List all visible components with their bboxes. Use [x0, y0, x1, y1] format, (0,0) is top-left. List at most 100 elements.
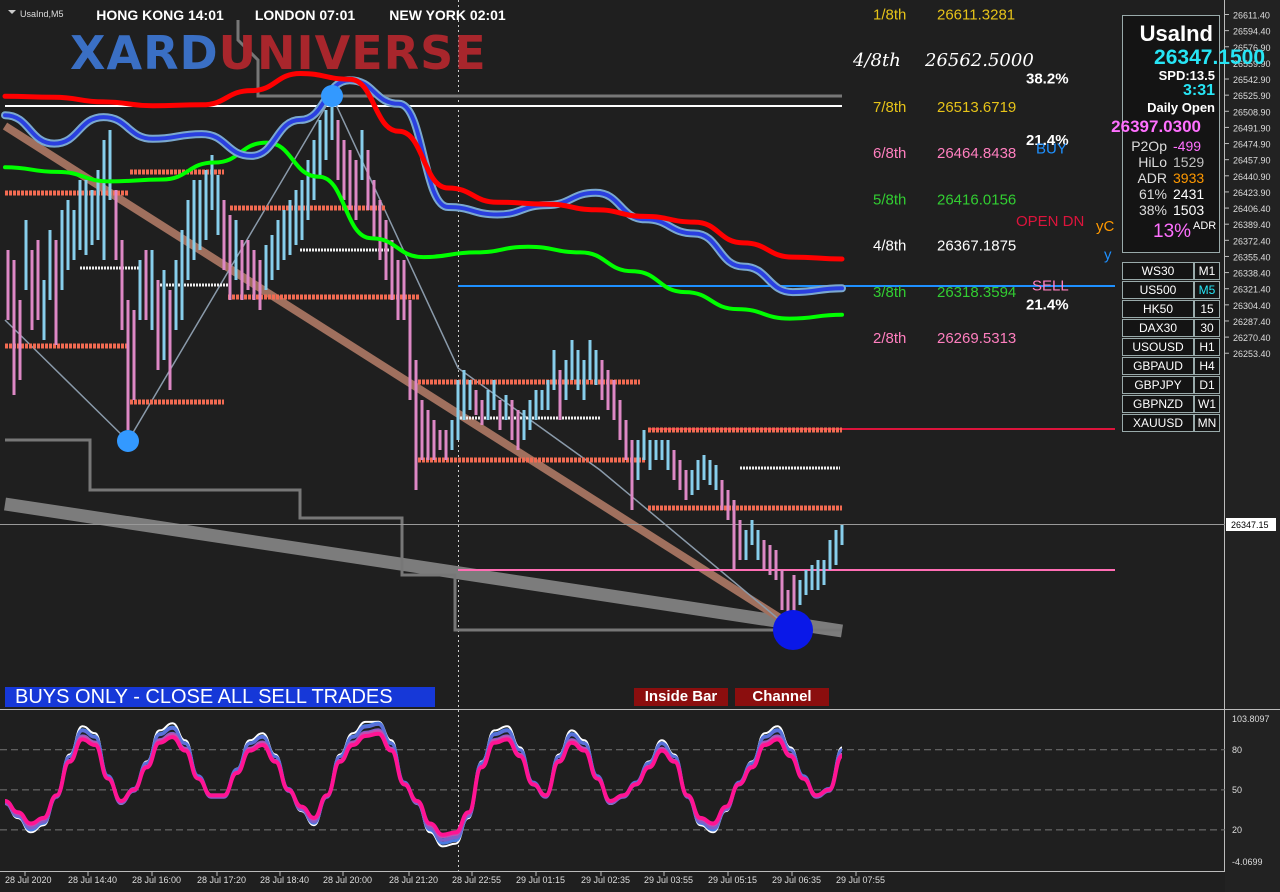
level-label-4: y [1104, 246, 1112, 263]
murrey-level-value-5: 26416.0156 [937, 191, 1016, 208]
info-spread: SPD:13.5 [1158, 68, 1215, 83]
info-stat-label: 61% [1138, 186, 1167, 202]
session-new-york: NEW YORK 02:01 [373, 7, 522, 23]
symbol-button-gbpaud[interactable]: GBPAUD [1122, 357, 1194, 375]
timeframe-button-15[interactable]: 15 [1194, 300, 1220, 318]
murrey-level-name-3: 7/8th [873, 99, 906, 116]
murrey-level-value-6: 26367.1875 [937, 238, 1016, 255]
murrey-level-value-8: 26269.5313 [937, 330, 1016, 347]
current-price-tag: 26347.15 [1231, 520, 1269, 530]
symbol-button-gbpnzd[interactable]: GBPNZD [1122, 395, 1194, 413]
price-tick-label-19: 26304.40 [1233, 301, 1271, 311]
swing-high-marker [321, 85, 343, 107]
info-panel: UsaInd 26347.1500 SPD:13.5 3:31 Daily Op… [1111, 15, 1265, 253]
price-tick-label-7: 26508.90 [1233, 107, 1271, 117]
session-london-label: LONDON 07:01 [254, 7, 356, 23]
time-tick-label-4: 28 Jul 17:20 [197, 875, 246, 885]
murrey-level-value-3: 26513.6719 [937, 99, 1016, 116]
info-stat-label: ADR [1137, 170, 1167, 186]
murrey-level-value-4: 26464.8438 [937, 145, 1016, 162]
info-stat-value: 2431 [1173, 186, 1205, 202]
timeframe-button-mn[interactable]: MN [1194, 414, 1220, 432]
murrey-level-name-8: 2/8th [873, 330, 906, 347]
price-tick-label-2: 26594.40 [1233, 27, 1271, 37]
info-daily-open-label: Daily Open [1147, 100, 1215, 115]
time-tick-label-11: 29 Jul 03:55 [644, 875, 693, 885]
trade-signal-text: BUYS ONLY - CLOSE ALL SELL TRADES [15, 686, 393, 708]
murrey-level-name-2: 4/8th [852, 50, 901, 71]
price-tick-label-22: 26253.40 [1233, 349, 1271, 359]
level-label-3: yC [1096, 218, 1115, 235]
price-tick-label-9: 26474.90 [1233, 140, 1271, 150]
timeframe-button-d1[interactable]: D1 [1194, 376, 1220, 394]
info-timer: 3:31 [1182, 82, 1215, 99]
price-tick-label-17: 26338.40 [1233, 269, 1271, 279]
price-tick-label-15: 26372.40 [1233, 236, 1271, 246]
price-tick-label-21: 26270.40 [1233, 333, 1271, 343]
price-chart[interactable]: UsaInd,M5 1/8th 26611.3281 4/8th 26562.5000 7… [0, 0, 1280, 892]
price-tick-label-20: 26287.40 [1233, 317, 1271, 327]
time-tick-label-2: 28 Jul 14:40 [68, 875, 117, 885]
symbol-button-usousd[interactable]: USOUSD [1122, 338, 1194, 356]
price-tick-label-10: 26457.90 [1233, 156, 1271, 166]
fib-label-1: 38.2% [1026, 70, 1069, 87]
oscillator-tick-label-5: -4.0699 [1232, 857, 1263, 867]
murrey-level-name-6: 4/8th [873, 238, 906, 255]
timeframe-button-h1[interactable]: H1 [1194, 338, 1220, 356]
time-tick-label-12: 29 Jul 05:15 [708, 875, 757, 885]
info-stat-value: 1529 [1173, 154, 1205, 170]
murrey-level-value-7: 26318.3594 [937, 284, 1016, 301]
info-symbol: UsaInd [1139, 21, 1213, 46]
info-stat-row: 38% 1503 [1123, 202, 1219, 218]
info-stat-row: 61% 2431 [1123, 186, 1219, 202]
channel-label: Channel [752, 688, 812, 705]
symbol-button-ws30[interactable]: WS30 [1122, 262, 1194, 280]
swing-low-marker [117, 430, 139, 452]
timeframe-button-30[interactable]: 30 [1194, 319, 1220, 337]
timeframe-button-h4[interactable]: H4 [1194, 357, 1220, 375]
time-tick-label-1: 28 Jul 2020 [5, 875, 52, 885]
murrey-level-name-7: 3/8th [873, 284, 906, 301]
timeframe-button-m1[interactable]: M1 [1194, 262, 1220, 280]
session-new-york-label: NEW YORK 02:01 [389, 7, 506, 23]
symbol-button-dax30[interactable]: DAX30 [1122, 319, 1194, 337]
logo-part-1: XARD [70, 26, 219, 80]
info-stat-label: P2Op [1131, 138, 1167, 154]
info-daily-open: 26397.0300 [1111, 117, 1201, 136]
time-tick-label-14: 29 Jul 07:55 [836, 875, 885, 885]
info-stat-value: -499 [1173, 138, 1202, 154]
symbol-button-us500[interactable]: US500 [1122, 281, 1194, 299]
oscillator-tick-label-1: 103.8097 [1232, 714, 1270, 724]
symbol-button-xauusd[interactable]: XAUUSD [1122, 414, 1194, 432]
timeframe-button-m5[interactable]: M5 [1194, 281, 1220, 299]
info-stat-row: P2Op -499 [1123, 138, 1219, 154]
window-title: UsaInd,M5 [20, 9, 64, 19]
time-tick-label-13: 29 Jul 06:35 [772, 875, 821, 885]
price-tick-label-6: 26525.90 [1233, 91, 1271, 101]
price-axis-background [1225, 0, 1280, 892]
murrey-level-name-1: 1/8th [873, 7, 906, 24]
time-tick-label-10: 29 Jul 02:35 [581, 875, 630, 885]
logo-part-2: UNIVERSE [218, 26, 487, 80]
murrey-level-value-1: 26611.3281 [937, 7, 1015, 24]
info-price: 26347.1500 [1154, 46, 1265, 69]
time-tick-label-5: 28 Jul 18:40 [260, 875, 309, 885]
session-hong-kong: HONG KONG 14:01 [84, 7, 236, 23]
time-tick-label-7: 28 Jul 21:20 [389, 875, 438, 885]
inside-bar-tag: Inside Bar [634, 688, 728, 706]
symbol-button-hk50[interactable]: HK50 [1122, 300, 1194, 318]
info-stat-value: 3933 [1173, 170, 1205, 186]
level-label-2: OPEN DN [1016, 213, 1084, 230]
price-tick-label-13: 26406.40 [1233, 204, 1271, 214]
oscillator-tick-label-4: 20 [1232, 825, 1242, 835]
murrey-level-name-5: 5/8th [873, 191, 906, 208]
info-adr-suffix: ADR [1193, 220, 1217, 232]
symbol-button-gbpjpy[interactable]: GBPJPY [1122, 376, 1194, 394]
info-stat-row: ADR 3933 [1123, 170, 1219, 186]
price-tick-label-18: 26321.40 [1233, 285, 1271, 295]
channel-tag: Channel [735, 688, 829, 706]
timeframe-button-w1[interactable]: W1 [1194, 395, 1220, 413]
oscillator-tick-label-3: 50 [1232, 785, 1242, 795]
time-tick-label-8: 28 Jul 22:55 [452, 875, 501, 885]
inside-bar-label: Inside Bar [644, 688, 718, 705]
